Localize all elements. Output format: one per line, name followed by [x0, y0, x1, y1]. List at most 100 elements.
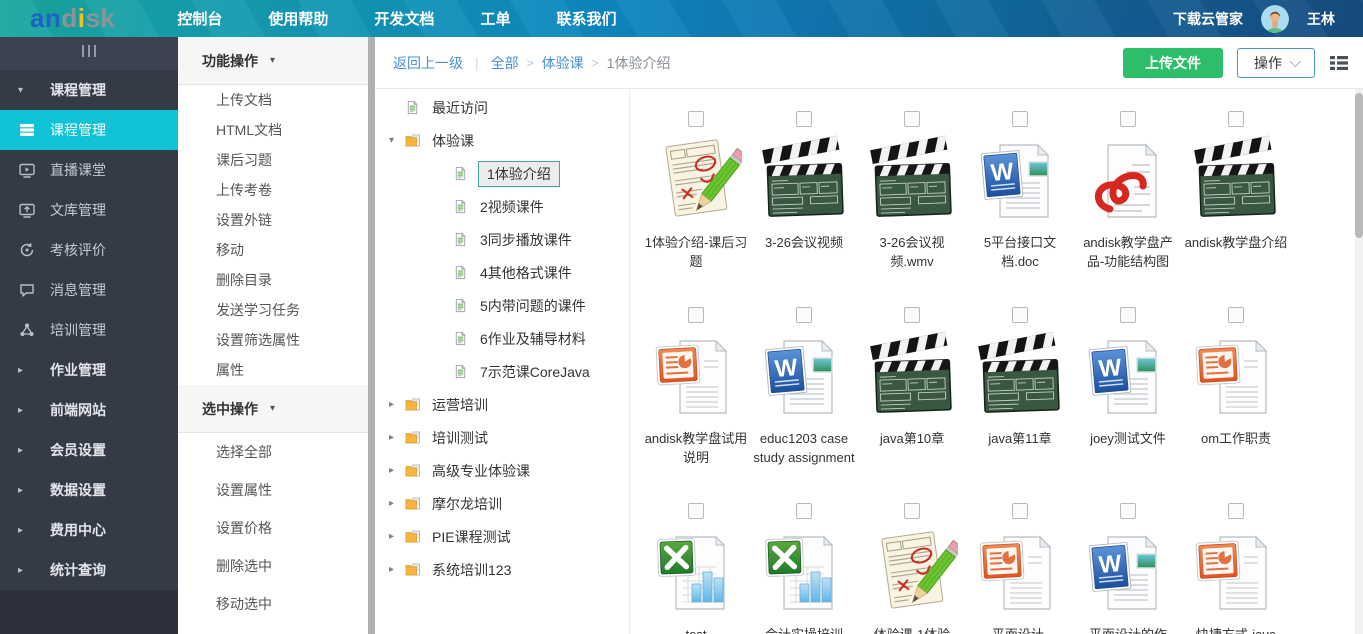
tree-item[interactable]: ▸PIE课程测试: [375, 520, 629, 553]
file-card[interactable]: java第10章: [858, 307, 966, 503]
app-logo[interactable]: andisk: [30, 0, 115, 37]
file-card[interactable]: andisk教学盘试用说明: [642, 307, 750, 503]
ops-item[interactable]: 设置外链: [178, 205, 368, 235]
file-card[interactable]: om工作职责: [1182, 307, 1290, 503]
file-card[interactable]: 平面设计-: [966, 503, 1074, 634]
file-checkbox[interactable]: [688, 307, 704, 323]
scrollbar-thumb[interactable]: [368, 37, 375, 634]
ops-item[interactable]: 设置筛选属性: [178, 325, 368, 355]
file-card[interactable]: andisk教学盘产品-功能结构图: [1074, 111, 1182, 307]
file-checkbox[interactable]: [1120, 503, 1136, 519]
tree-item[interactable]: ▾体验课: [375, 124, 629, 157]
file-checkbox[interactable]: [1228, 307, 1244, 323]
tree-item[interactable]: 7示范课CoreJava: [375, 355, 629, 388]
file-card[interactable]: test: [642, 503, 750, 634]
ops-item[interactable]: 课后习题: [178, 145, 368, 175]
download-cloud-manager-link[interactable]: 下载云管家: [1173, 9, 1243, 29]
nav-link-3[interactable]: 开发文档: [374, 8, 434, 29]
caret-right-icon[interactable]: ▸: [389, 399, 405, 410]
file-checkbox[interactable]: [796, 111, 812, 127]
sidebar-item[interactable]: ▸会员设置: [0, 430, 178, 470]
file-checkbox[interactable]: [1228, 111, 1244, 127]
operations-panel-scrollbar[interactable]: [368, 37, 375, 634]
sidebar-item[interactable]: ▾课程管理: [0, 70, 178, 110]
ops-item[interactable]: 上传考卷: [178, 175, 368, 205]
tree-item[interactable]: 6作业及辅导材料: [375, 322, 629, 355]
ops-item[interactable]: 属性: [178, 355, 368, 385]
username[interactable]: 王林: [1307, 9, 1335, 29]
file-card[interactable]: Wjoey测试文件: [1074, 307, 1182, 503]
tree-item[interactable]: 最近访问: [375, 91, 629, 124]
ops-item[interactable]: 移动选中: [178, 585, 368, 623]
file-card[interactable]: Weduc1203 case study assignment: [750, 307, 858, 503]
file-card[interactable]: java第11章: [966, 307, 1074, 503]
file-card[interactable]: andisk教学盘介绍: [1182, 111, 1290, 307]
caret-right-icon[interactable]: ▸: [389, 465, 405, 476]
file-card[interactable]: 快捷方式-java: [1182, 503, 1290, 634]
ops-item[interactable]: 发送学习任务: [178, 295, 368, 325]
breadcrumb-item[interactable]: 体验课: [542, 53, 584, 73]
caret-right-icon[interactable]: ▸: [389, 498, 405, 509]
user-avatar[interactable]: [1261, 5, 1289, 33]
sidebar-collapse-button[interactable]: [0, 37, 178, 70]
sidebar-item[interactable]: ▸费用中心: [0, 510, 178, 550]
file-card[interactable]: 体验课-1体验: [858, 503, 966, 634]
ops-item[interactable]: 设置属性: [178, 471, 368, 509]
breadcrumb-item[interactable]: 全部: [491, 53, 519, 73]
nav-link-2[interactable]: 使用帮助: [268, 8, 328, 29]
caret-right-icon[interactable]: ▸: [389, 564, 405, 575]
ops-section-header[interactable]: 选中操作▾: [178, 385, 368, 433]
ops-item[interactable]: 上架设置: [178, 623, 368, 634]
ops-item[interactable]: 设置价格: [178, 509, 368, 547]
file-checkbox[interactable]: [796, 503, 812, 519]
file-checkbox[interactable]: [796, 307, 812, 323]
sidebar-item[interactable]: 文库管理: [0, 190, 178, 230]
file-checkbox[interactable]: [1012, 307, 1028, 323]
nav-link-1[interactable]: 控制台: [177, 8, 222, 29]
file-checkbox[interactable]: [1012, 503, 1028, 519]
file-checkbox[interactable]: [1120, 111, 1136, 127]
file-card[interactable]: 3-26会议视频: [750, 111, 858, 307]
file-checkbox[interactable]: [1012, 111, 1028, 127]
list-view-toggle-icon[interactable]: [1329, 54, 1349, 72]
file-checkbox[interactable]: [1228, 503, 1244, 519]
tree-item[interactable]: ▸运营培训: [375, 388, 629, 421]
sidebar-item[interactable]: ▸数据设置: [0, 470, 178, 510]
upload-file-button[interactable]: 上传文件: [1123, 48, 1223, 78]
tree-item[interactable]: 5内带问题的课件: [375, 289, 629, 322]
tree-item[interactable]: 4其他格式课件: [375, 256, 629, 289]
ops-section-header[interactable]: 功能操作▾: [178, 37, 368, 85]
sidebar-item[interactable]: 考核评价: [0, 230, 178, 270]
ops-item[interactable]: HTML文档: [178, 115, 368, 145]
sidebar-item[interactable]: 培训管理: [0, 310, 178, 350]
file-card[interactable]: W平面设计的作: [1074, 503, 1182, 634]
nav-link-4[interactable]: 工单: [480, 8, 510, 29]
tree-item[interactable]: ▸高级专业体验课: [375, 454, 629, 487]
ops-item[interactable]: 删除选中: [178, 547, 368, 585]
nav-link-5[interactable]: 联系我们: [556, 8, 616, 29]
ops-item[interactable]: 选择全部: [178, 433, 368, 471]
sidebar-item[interactable]: ▸前端网站: [0, 390, 178, 430]
action-dropdown-button[interactable]: 操作: [1237, 48, 1315, 78]
tree-item[interactable]: ▸系统培训123: [375, 553, 629, 586]
file-checkbox[interactable]: [904, 307, 920, 323]
file-card[interactable]: 会计实操培训: [750, 503, 858, 634]
file-grid-scrollbar[interactable]: [1355, 89, 1363, 634]
back-up-level-link[interactable]: 返回上一级: [393, 53, 463, 73]
file-checkbox[interactable]: [904, 111, 920, 127]
file-checkbox[interactable]: [904, 503, 920, 519]
caret-down-icon[interactable]: ▾: [389, 135, 405, 146]
scrollbar-thumb[interactable]: [1355, 93, 1363, 238]
sidebar-item[interactable]: ▸统计查询: [0, 550, 178, 590]
tree-item[interactable]: ▸培训测试: [375, 421, 629, 454]
file-checkbox[interactable]: [688, 503, 704, 519]
tree-item[interactable]: ▸摩尔龙培训: [375, 487, 629, 520]
sidebar-item[interactable]: 消息管理: [0, 270, 178, 310]
file-card[interactable]: W5平台接口文档.doc: [966, 111, 1074, 307]
tree-item[interactable]: 3同步播放课件: [375, 223, 629, 256]
tree-item[interactable]: 1体验介绍: [375, 157, 629, 190]
caret-right-icon[interactable]: ▸: [389, 432, 405, 443]
sidebar-item[interactable]: 课程管理: [0, 110, 178, 150]
file-checkbox[interactable]: [1120, 307, 1136, 323]
ops-item[interactable]: 删除目录: [178, 265, 368, 295]
